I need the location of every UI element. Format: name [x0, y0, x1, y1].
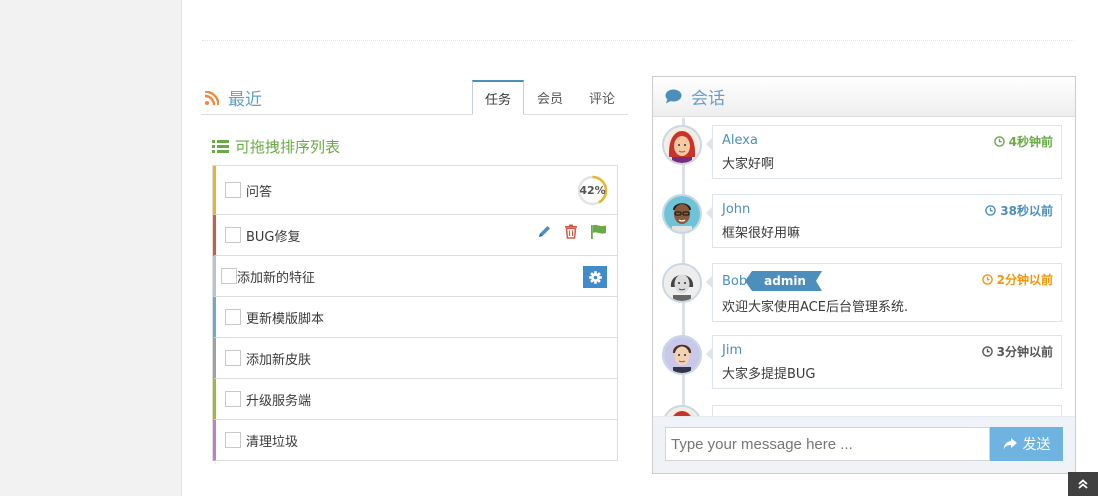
task-checkbox[interactable]	[225, 182, 241, 198]
recent-header: 最近 任务 会员 评论	[201, 78, 628, 115]
scroll-top-button[interactable]	[1068, 472, 1098, 496]
task-item[interactable]: 升级服务端	[213, 379, 617, 420]
user-name[interactable]: Bob admin	[722, 271, 822, 291]
clock-icon	[981, 346, 993, 357]
message-time: 38秒以前	[985, 202, 1053, 219]
user-name[interactable]: Jim	[722, 343, 742, 358]
message-text: 欢迎大家使用ACE后台管理系统.	[722, 300, 909, 315]
avatar[interactable]	[662, 335, 702, 375]
tab-members[interactable]: 会员	[524, 80, 576, 115]
task-checkbox[interactable]	[225, 432, 241, 448]
recent-tabs: 任务 会员 评论	[471, 80, 628, 115]
clock-icon	[993, 136, 1005, 147]
message-time: 4秒钟前	[993, 133, 1053, 150]
task-item[interactable]: BUG修复	[213, 215, 617, 256]
double-chevron-up-icon	[1078, 479, 1088, 489]
send-label: 发送	[1022, 436, 1051, 452]
rss-icon	[205, 90, 219, 105]
task-label: 清理垃圾	[246, 434, 299, 450]
comment-icon	[665, 89, 682, 104]
avatar[interactable]	[662, 125, 702, 165]
task-label: 问答	[246, 184, 273, 200]
task-item[interactable]: 添加新皮肤	[213, 338, 617, 379]
divider	[202, 40, 1074, 41]
task-checkbox[interactable]	[225, 350, 241, 366]
avatar-male-icon	[664, 337, 700, 373]
conversation-header: 会话	[653, 77, 1075, 117]
message-time: 3分钟以前	[981, 343, 1053, 360]
task-checkbox[interactable]	[225, 309, 241, 325]
message-time-text: 4秒钟前	[1008, 135, 1053, 149]
flag-icon[interactable]	[590, 224, 607, 239]
task-item[interactable]: 问答 42%	[213, 166, 617, 215]
tab-tasks[interactable]: 任务	[471, 80, 524, 115]
task-item[interactable]: 添加新的特征	[213, 256, 617, 297]
main-content: 最近 任务 会员 评论 可拖拽排序列表 问答 42% BUG修复 添加新的特征 …	[181, 0, 1098, 496]
message-form: 发送	[653, 416, 1075, 473]
user-name[interactable]: Alexa	[722, 133, 758, 148]
dialog-bubble: John 38秒以前 框架很好用嘛	[706, 194, 1062, 248]
avatar-male-icon	[664, 265, 700, 301]
message-time: 2分钟以前	[981, 271, 1053, 288]
avatar[interactable]	[662, 194, 702, 234]
progress-pie: 42%	[577, 175, 608, 206]
task-label: 添加新的特征	[237, 270, 316, 286]
conversation-widget: 会话 Alexa 4秒钟前 大家好啊 John 38秒以前 框架很好用嘛 Bob…	[652, 76, 1076, 474]
task-item[interactable]: 清理垃圾	[213, 420, 617, 461]
dialog-bubble: Bob admin 2分钟以前 欢迎大家使用ACE后台管理系统.	[706, 263, 1062, 322]
message-time-text: 38秒以前	[1000, 204, 1053, 218]
recent-title: 最近	[205, 85, 262, 110]
admin-badge: admin	[745, 271, 822, 291]
task-label: 更新模版脚本	[246, 311, 325, 327]
message-time-text: 3分钟以前	[996, 345, 1053, 359]
message-time-text: 2分钟以前	[996, 273, 1053, 287]
send-button[interactable]: 发送	[990, 427, 1063, 461]
clock-icon	[981, 274, 993, 285]
user-name[interactable]: John	[722, 202, 750, 217]
trash-icon[interactable]	[564, 224, 578, 239]
task-checkbox[interactable]	[225, 391, 241, 407]
tab-comments[interactable]: 评论	[576, 80, 628, 115]
task-label: 添加新皮肤	[246, 352, 312, 368]
task-item[interactable]: 更新模版脚本	[213, 297, 617, 338]
message-text: 大家好啊	[722, 157, 775, 172]
sortable-list-title: 可拖拽排序列表	[212, 136, 340, 157]
conversation-title: 会话	[691, 89, 725, 109]
task-actions	[537, 224, 607, 239]
share-icon	[1003, 438, 1017, 450]
sortable-list-title-text: 可拖拽排序列表	[235, 138, 341, 156]
message-input[interactable]	[665, 427, 990, 461]
pencil-icon[interactable]	[537, 224, 552, 239]
avatar[interactable]	[662, 263, 702, 303]
task-label: 升级服务端	[246, 393, 312, 409]
avatar-male-icon	[664, 196, 700, 232]
message-text: 大家多提提BUG	[722, 367, 816, 382]
dialog-bubble: Jim 3分钟以前 大家多提提BUG	[706, 335, 1062, 389]
recent-widget: 最近 任务 会员 评论 可拖拽排序列表 问答 42% BUG修复 添加新的特征 …	[201, 78, 628, 461]
clock-icon	[985, 205, 997, 216]
gear-button[interactable]	[583, 266, 607, 288]
task-label: BUG修复	[246, 229, 301, 245]
recent-title-text: 最近	[228, 90, 262, 110]
task-checkbox[interactable]	[225, 227, 241, 243]
list-icon	[212, 140, 229, 153]
message-text: 框架很好用嘛	[722, 226, 801, 241]
progress-label: 42%	[579, 184, 606, 197]
gear-icon	[588, 270, 602, 284]
dialog-bubble: Alexa 4秒钟前 大家好啊	[706, 125, 1062, 179]
task-checkbox[interactable]	[221, 268, 237, 284]
dialog-list: Alexa 4秒钟前 大家好啊 John 38秒以前 框架很好用嘛 Bob ad…	[653, 118, 1075, 417]
task-list: 问答 42% BUG修复 添加新的特征 更新模版脚本 添加新皮肤 升级服务端 清…	[212, 165, 618, 461]
avatar-female-icon	[664, 127, 700, 163]
